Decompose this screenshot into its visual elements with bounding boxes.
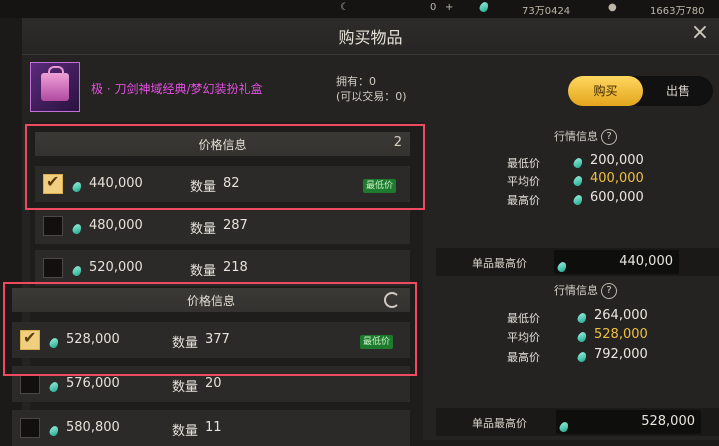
- unit-max-price-input[interactable]: 440,000: [554, 250, 679, 274]
- checkbox[interactable]: [20, 374, 40, 394]
- ownership-info: 拥有：0 (可以交易：0): [336, 74, 407, 104]
- listing-price: 576,000: [66, 376, 120, 391]
- quantity-value: 287: [223, 218, 248, 233]
- market-info-title-1: 行情信息?: [554, 128, 617, 145]
- item-icon: [30, 62, 80, 112]
- unit-max-price-row-1: 单品最高价 440,000: [436, 248, 719, 276]
- avg-label: 平均价: [507, 331, 540, 344]
- market-info-label: 行情信息: [554, 130, 598, 143]
- dialog-titlebar: 购买物品 ×: [22, 18, 719, 55]
- unit-max-price-label: 单品最高价: [472, 417, 527, 430]
- quantity-value: 20: [205, 376, 222, 391]
- unit-max-price-label: 单品最高价: [472, 257, 527, 270]
- quantity-value: 218: [223, 260, 248, 275]
- gem-icon: [572, 173, 585, 188]
- close-icon[interactable]: ×: [689, 22, 711, 44]
- listing-price: 480,000: [89, 218, 143, 233]
- topbar-value-3: 1663万780: [650, 6, 705, 17]
- purchase-dialog: 购买物品 × 极 · 刀剑神域经典/梦幻装扮礼盒 拥有：0 (可以交易：0) 购…: [3, 18, 719, 446]
- buy-sell-toggle: 购买 出售: [568, 76, 713, 106]
- market-info-title-2: 行情信息?: [554, 282, 617, 299]
- checkbox[interactable]: [43, 216, 63, 236]
- listing-row[interactable]: 480,000 数量 287: [35, 208, 410, 244]
- plus-icon[interactable]: +: [445, 2, 453, 13]
- avg-price-1: 400,000: [590, 171, 644, 186]
- gem-icon: [576, 329, 589, 344]
- checkbox[interactable]: [43, 258, 63, 278]
- question-icon[interactable]: ?: [601, 283, 617, 299]
- gem-icon: [71, 263, 84, 278]
- quantity-value: 11: [205, 420, 222, 435]
- gem-icon: [71, 221, 84, 236]
- gem-icon: [572, 155, 585, 170]
- unit-max-price-value: 440,000: [619, 254, 673, 269]
- gem-icon: [558, 416, 571, 435]
- quantity-label: 数量: [190, 264, 217, 279]
- dialog-title: 购买物品: [338, 28, 403, 47]
- market-info-label: 行情信息: [554, 284, 598, 297]
- quantity-label: 数量: [172, 380, 199, 395]
- highlight-box-2: [3, 282, 417, 376]
- question-icon[interactable]: ?: [601, 129, 617, 145]
- unit-max-price-value: 528,000: [641, 414, 695, 429]
- topbar-value-1: 0: [430, 2, 437, 13]
- gift-bag-icon: [41, 66, 69, 101]
- gem-icon: [48, 423, 61, 438]
- checkbox[interactable]: [20, 418, 40, 438]
- max-price-1: 600,000: [590, 190, 644, 205]
- topbar-value-2: 73万0424: [522, 6, 571, 17]
- currency-icon: ☾: [340, 2, 349, 13]
- gem-icon: [576, 349, 589, 364]
- max-price-2: 792,000: [594, 347, 648, 362]
- item-name: 极 · 刀剑神域经典/梦幻装扮礼盒: [91, 82, 263, 96]
- gem-icon: [48, 379, 61, 394]
- gem-icon: [572, 192, 585, 207]
- coin-icon: ●: [608, 2, 617, 13]
- gem-icon: [576, 310, 589, 325]
- owned-count: 拥有：0: [336, 75, 376, 88]
- min-label: 最低价: [507, 157, 540, 170]
- quantity-label: 数量: [190, 222, 217, 237]
- tab-buy[interactable]: 购买: [568, 76, 643, 106]
- avg-price-2: 528,000: [594, 327, 648, 342]
- min-label: 最低价: [507, 312, 540, 325]
- unit-max-price-input[interactable]: 528,000: [556, 410, 701, 434]
- max-label: 最高价: [507, 194, 540, 207]
- top-status-bar: ☾ 0 + 73万0424 ● 1663万780: [0, 0, 719, 18]
- listing-price: 580,800: [66, 420, 120, 435]
- max-label: 最高价: [507, 351, 540, 364]
- listing-row[interactable]: 520,000 数量 218: [35, 250, 410, 286]
- unit-max-price-row-2: 单品最高价 528,000: [436, 408, 719, 436]
- min-price-2: 264,000: [594, 308, 648, 323]
- listing-row[interactable]: 580,800 数量 11: [12, 410, 410, 446]
- highlight-box-1: [25, 124, 425, 210]
- tab-sell[interactable]: 出售: [643, 76, 713, 106]
- min-price-1: 200,000: [590, 153, 644, 168]
- gem-icon: [478, 0, 491, 14]
- gem-icon: [556, 256, 569, 275]
- avg-label: 平均价: [507, 175, 540, 188]
- quantity-label: 数量: [172, 424, 199, 439]
- tradeable-count: (可以交易：0): [336, 90, 407, 103]
- listing-price: 520,000: [89, 260, 143, 275]
